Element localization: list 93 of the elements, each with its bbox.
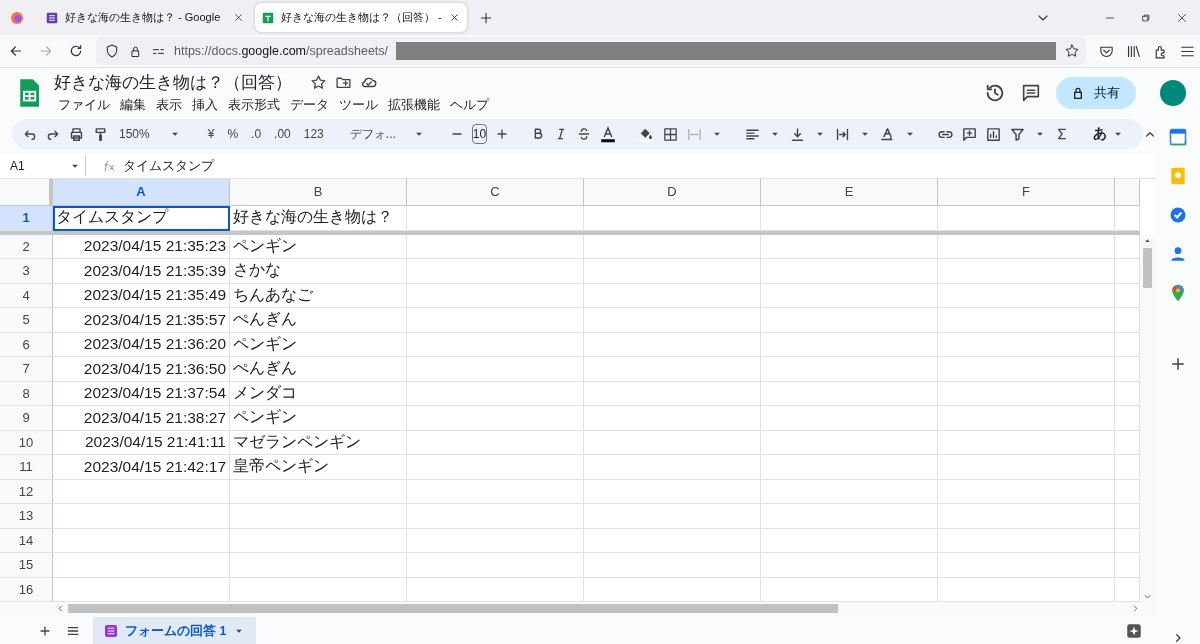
table-cell: 2023/04/15 21:37:54 [53,381,230,407]
row-header[interactable]: 1 [0,205,53,231]
table-cell [1115,205,1140,231]
sheet-tab[interactable]: フォームの回答 1 [93,617,257,644]
table-cell: ペンギン [230,332,407,358]
row-header[interactable]: 4 [0,283,53,309]
decrease-decimal-button[interactable]: .0 [248,127,265,142]
table-cell: 2023/04/15 21:36:20 [53,332,230,358]
row-header[interactable]: 13 [0,504,53,529]
url-text: https://docs.google.com/spreadsheets/ [174,44,389,58]
table-cell: ペンギン [230,234,407,260]
row-header[interactable]: 6 [0,332,53,358]
table-cell: 2023/04/15 21:35:57 [53,308,230,333]
star-icon[interactable] [1064,43,1080,59]
menu-item[interactable]: ファイル [54,95,114,115]
table-cell: タイムスタンプ [53,205,230,231]
sheets-icon [261,10,275,25]
reload-icon[interactable] [68,43,84,59]
table-cell: 好きな海の生き物は？ [230,205,407,231]
address-bar[interactable]: https://docs.google.com/spreadsheets/ [96,37,1086,65]
currency-button[interactable]: ¥ [204,127,218,142]
table-cell: マゼランペンギン [230,430,407,456]
menu-item[interactable]: データ [286,95,333,115]
table-cell: 2023/04/15 21:36:50 [53,357,230,382]
comment-add-icon[interactable] [961,125,979,143]
menu-item[interactable]: 表示形式 [224,95,284,115]
row-header[interactable]: 5 [0,308,53,333]
menu-item[interactable]: ツール [335,95,382,115]
table-cell: 2023/04/15 21:35:49 [53,283,230,309]
font-size-field[interactable]: 10 [471,124,488,145]
menu-item[interactable]: 挿入 [188,95,222,115]
close-icon[interactable] [448,11,461,24]
row-header[interactable]: 16 [0,577,53,603]
table-cell: 皇帝ペンギン [230,455,407,480]
menu-item[interactable]: 拡張機能 [384,95,444,115]
table-cell: さかな [230,259,407,284]
chart-icon[interactable] [985,125,1003,143]
table-cell: 2023/04/15 21:35:39 [53,259,230,284]
avatar[interactable] [1160,79,1186,106]
row-header[interactable]: 3 [0,259,53,284]
number-format-button[interactable]: 123 [300,127,327,142]
increase-decimal-button[interactable]: .00 [271,127,294,142]
table-cell: 2023/04/15 21:38:27 [53,406,230,431]
table-cell: 2023/04/15 21:41:11 [53,430,230,456]
column-header[interactable]: C [407,178,584,206]
browser-tab[interactable]: 好きな海の生き物は？（回答） - [255,3,467,32]
row-header[interactable]: 2 [0,234,53,260]
row-header[interactable]: 8 [0,381,53,407]
table-cell: ペンギン [230,406,407,431]
scrollbar-thumb[interactable] [68,603,838,613]
row-header[interactable]: 9 [0,406,53,431]
input-mode-button[interactable]: あ [1090,125,1129,144]
column-header[interactable]: D [584,178,761,206]
back-icon[interactable] [8,43,24,59]
column-header[interactable]: F [938,178,1115,206]
row-header[interactable]: 11 [0,455,53,480]
close-icon[interactable] [232,11,245,24]
menu-item[interactable]: ヘルプ [446,95,493,115]
document-title[interactable]: 好きな海の生き物は？（回答） [54,70,292,94]
row-header[interactable]: 12 [0,479,53,505]
row-header[interactable]: 10 [0,430,53,456]
forms-icon [45,10,59,25]
borders-icon[interactable] [662,125,680,143]
table-cell: 2023/04/15 21:42:17 [53,455,230,480]
cell-reference[interactable]: A1 [0,158,68,173]
zoom-select[interactable]: 150% [116,127,185,142]
menu-item[interactable]: 表示 [152,95,186,115]
menu-item[interactable]: 編集 [116,95,150,115]
table-cell: ちんあなご [230,283,407,309]
font-select[interactable]: デフォ... [346,125,429,143]
scrollbar-thumb[interactable] [1143,247,1152,288]
text-color-icon[interactable] [599,125,618,144]
star-icon[interactable] [310,73,327,91]
row-header[interactable]: 15 [0,553,53,578]
table-cell: 2023/04/15 21:35:23 [53,234,230,260]
print-icon[interactable] [68,125,85,143]
formula-input[interactable]: タイムスタンプ [123,156,214,175]
forms-icon [103,623,119,640]
explore-icon[interactable] [1125,622,1143,641]
column-header[interactable]: E [761,178,938,206]
firefox-logo [9,9,25,26]
column-header[interactable]: B [230,178,407,206]
browser-tab[interactable]: 好きな海の生き物は？ - Google [39,3,251,32]
row-header[interactable]: 14 [0,528,53,554]
row-header[interactable]: 7 [0,357,53,382]
table-cell: メンダコ [230,381,407,407]
table-cell: ぺんぎん [230,357,407,382]
table-cell: ぺんぎん [230,308,407,333]
shield-icon [104,43,120,59]
calendar-icon[interactable] [1167,127,1188,147]
column-header[interactable]: A [53,178,230,206]
share-button[interactable]: 共有 [1056,76,1136,109]
percent-button[interactable]: % [224,127,242,142]
